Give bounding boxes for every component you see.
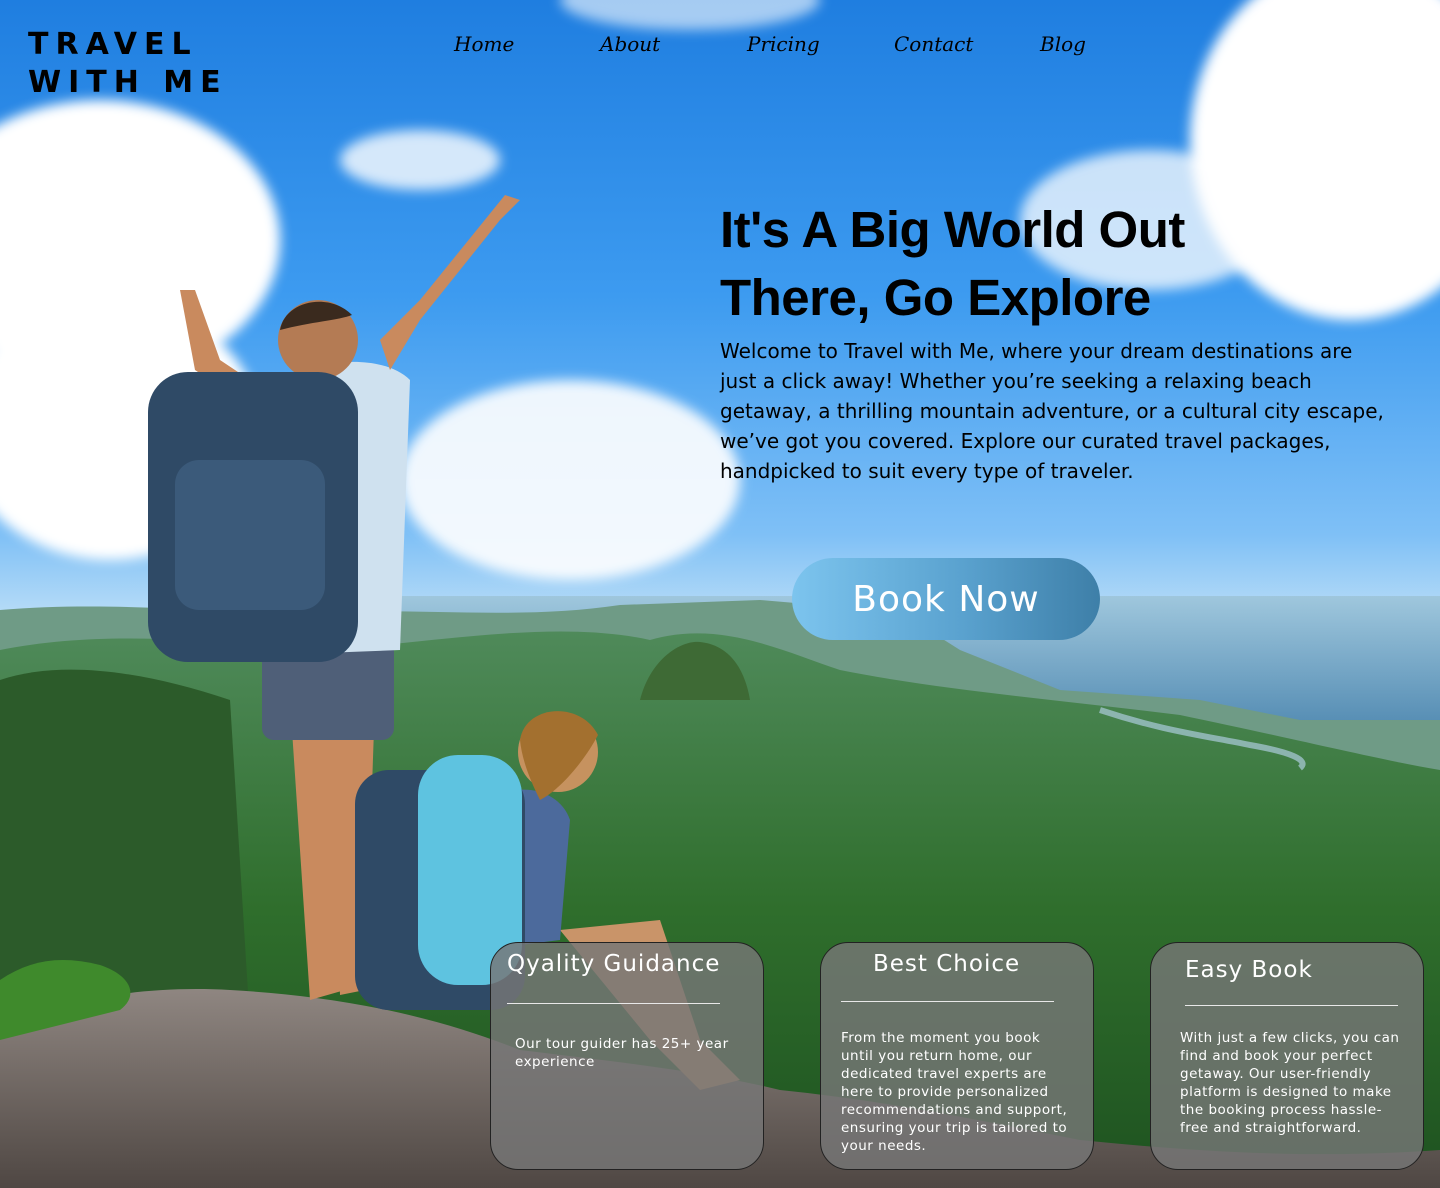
hero-title: It's A Big World Out There, Go Explore xyxy=(720,196,1360,332)
nav-item-home[interactable]: Home xyxy=(454,32,514,56)
main-nav: Home About Pricing Contact Blog xyxy=(0,32,1440,62)
feature-card-easy-book: Easy Book With just a few clicks, you ca… xyxy=(1150,942,1424,1170)
hero-title-line-2: There, Go Explore xyxy=(720,269,1151,326)
hero-description: Welcome to Travel with Me, where your dr… xyxy=(720,339,1384,483)
feature-card-title: Qyality Guidance xyxy=(507,951,721,977)
hiker-arm-right xyxy=(380,195,520,370)
nav-item-blog[interactable]: Blog xyxy=(1040,32,1086,56)
nav-item-about[interactable]: About xyxy=(600,32,660,56)
feature-card-title: Best Choice xyxy=(873,951,1021,977)
feature-card-text: From the moment you book until you retur… xyxy=(841,1030,1068,1154)
brand-line-2: WITH ME xyxy=(28,65,228,100)
feature-card-quality-guidance: Qyality Guidance Our tour guider has 25+… xyxy=(490,942,764,1170)
book-now-button[interactable]: Book Now xyxy=(792,558,1100,640)
feature-card-text: Our tour guider has 25+ year experience xyxy=(515,1036,729,1070)
feature-card-divider xyxy=(507,1003,720,1004)
feature-card-divider xyxy=(1185,1005,1398,1006)
nav-item-pricing[interactable]: Pricing xyxy=(747,32,820,56)
feature-card-best-choice: Best Choice From the moment you book unt… xyxy=(820,942,1094,1170)
feature-card-text: With just a few clicks, you can find and… xyxy=(1180,1030,1400,1136)
nav-item-contact[interactable]: Contact xyxy=(894,32,973,56)
hero-title-line-1: It's A Big World Out xyxy=(720,201,1185,258)
feature-card-title: Easy Book xyxy=(1185,957,1313,983)
backpack-pocket xyxy=(175,460,325,610)
feature-card-divider xyxy=(841,1001,1054,1002)
